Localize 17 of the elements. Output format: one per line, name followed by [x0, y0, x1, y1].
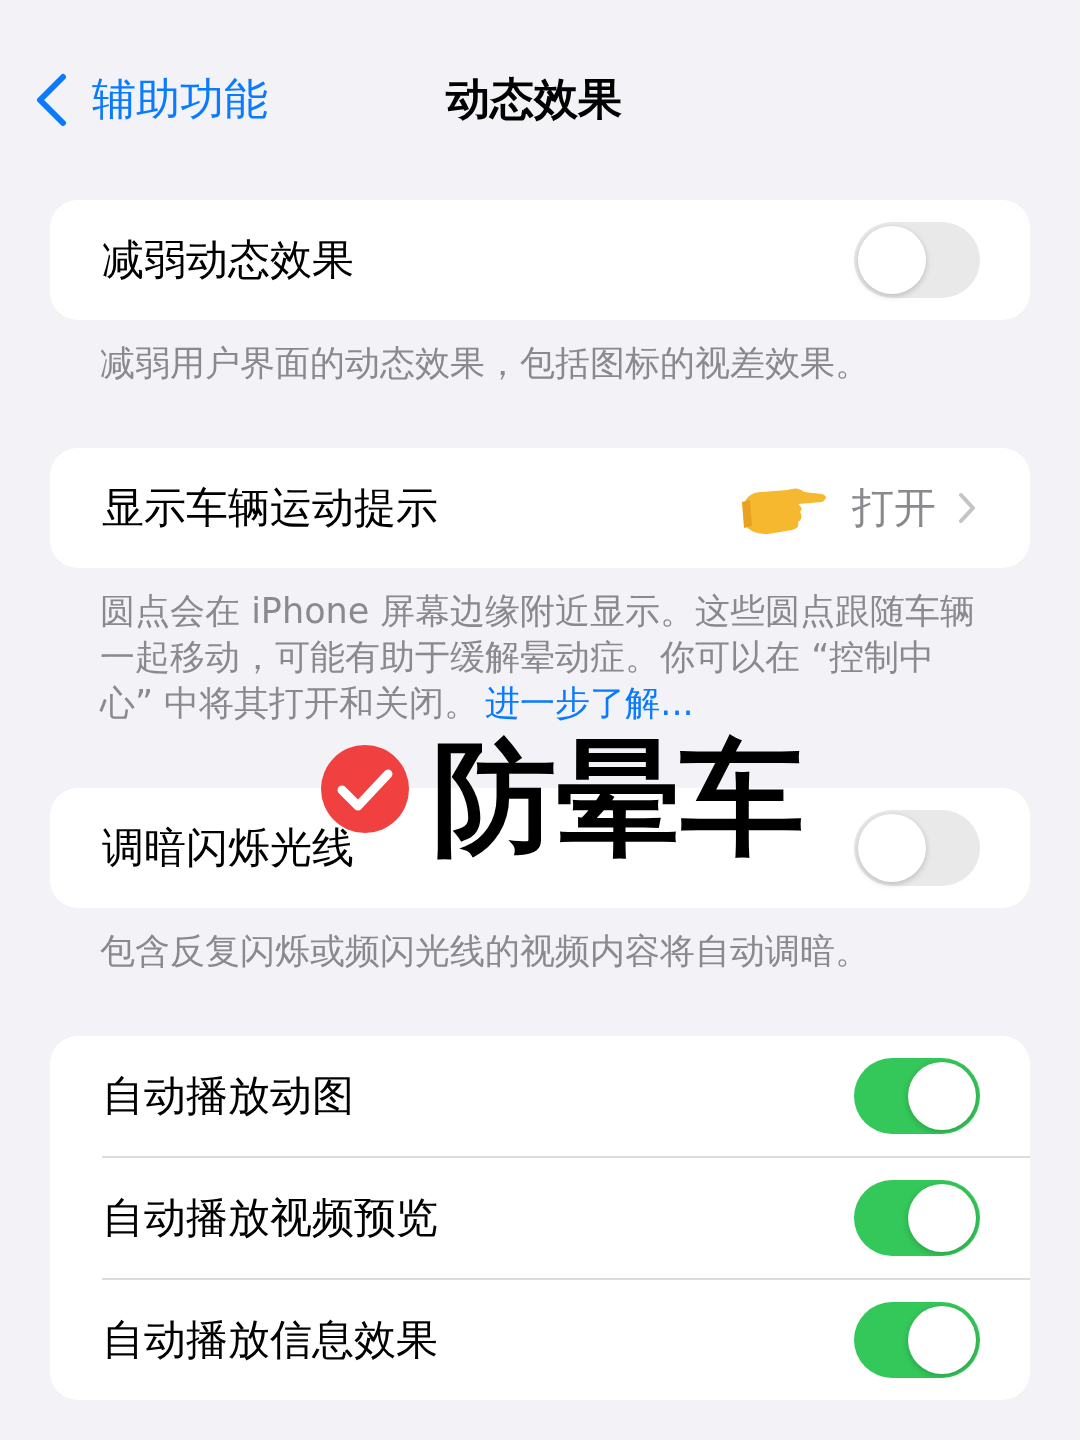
footer-note: 包含反复闪烁或频闪光线的视频内容将自动调暗。	[100, 930, 871, 973]
footer-note: 圆点会在 iPhone 屏幕边缘附近显示。这些圆点跟随车辆一起移动，可能有助于缓解晕动症。你可以在 “控制中心” 中将其打开和关闭。 进一步了解...	[100, 590, 977, 725]
screen-title: 动态效果	[446, 72, 622, 126]
setting-label: 调暗闪烁光线	[102, 822, 354, 874]
chevron-right-icon	[958, 492, 976, 524]
overlay-caption: 防晕车	[432, 730, 804, 867]
setting-label: 自动播放视频预览	[102, 1192, 438, 1244]
setting-label: 自动播放信息效果	[102, 1314, 438, 1366]
setting-label: 自动播放动图	[102, 1070, 354, 1122]
setting-value: 打开	[852, 482, 936, 534]
learn-more-link[interactable]: 进一步了解...	[485, 683, 694, 723]
footer-note: 减弱用户界面的动态效果，包括图标的视差效果。	[100, 342, 871, 385]
setting-label: 显示车辆运动提示	[102, 482, 438, 534]
back-label[interactable]: 辅助功能	[92, 70, 268, 129]
back-button[interactable]: 辅助功能	[34, 70, 268, 129]
setting-label: 减弱动态效果	[102, 234, 354, 286]
back-chevron-icon	[34, 72, 68, 127]
